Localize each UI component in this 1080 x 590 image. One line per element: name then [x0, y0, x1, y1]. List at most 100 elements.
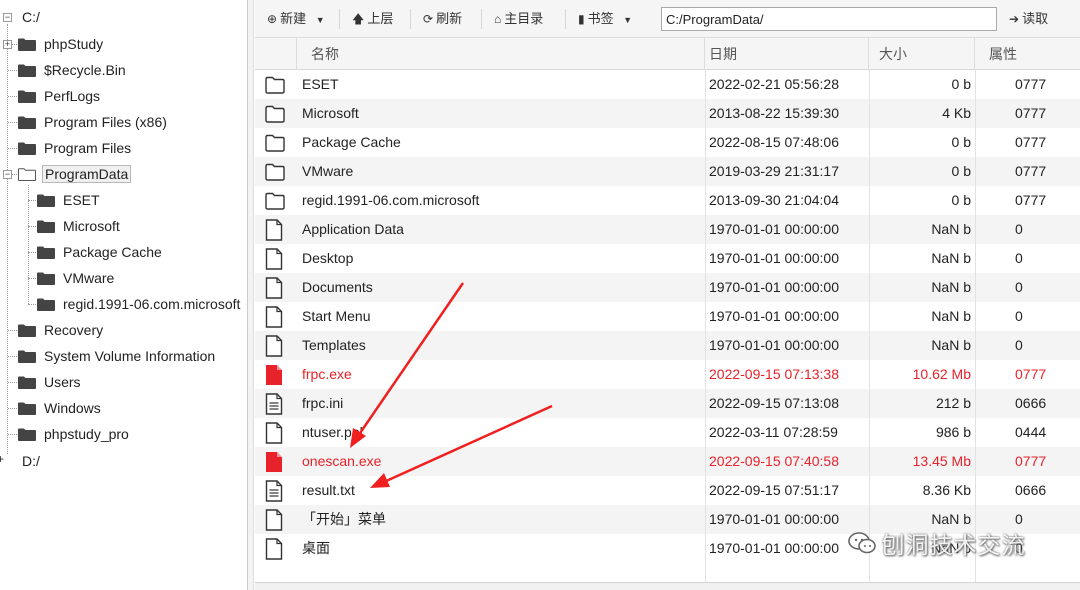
table-row[interactable]: Microsoft 2013-08-22 15:39:30 4 Kb 0777 [255, 99, 1080, 128]
table-row[interactable]: Documents 1970-01-01 00:00:00 NaN b 0 [255, 273, 1080, 302]
pane-splitter[interactable] [248, 0, 254, 590]
tree-connector [28, 200, 36, 201]
file-icon [265, 509, 285, 531]
table-row[interactable]: Templates 1970-01-01 00:00:00 NaN b 0 [255, 331, 1080, 360]
tree-item-label: PerfLogs [44, 88, 101, 104]
exe-file-icon [265, 364, 285, 386]
expand-toggle[interactable]: + [3, 40, 12, 49]
tree-item[interactable]: $Recycle.Bin [18, 59, 128, 81]
tree-item-label: ESET [63, 192, 100, 208]
tree-connector [8, 330, 17, 331]
file-size: 0 b [951, 163, 971, 179]
new-button[interactable]: ⊕ 新建 ▼ [267, 9, 328, 29]
file-date: 1970-01-01 00:00:00 [709, 279, 839, 295]
collapse-toggle-c-drive[interactable]: − [3, 13, 12, 22]
file-date: 1970-01-01 00:00:00 [709, 250, 839, 266]
tree-item[interactable]: PerfLogs [18, 85, 102, 107]
tree-item[interactable]: Program Files [18, 137, 133, 159]
expand-toggle-d-drive[interactable]: + [0, 453, 5, 465]
table-row[interactable]: Desktop 1970-01-01 00:00:00 NaN b 0 [255, 244, 1080, 273]
column-divider [975, 70, 976, 582]
file-attr: 0777 [1015, 163, 1047, 179]
folder-icon [265, 74, 285, 96]
read-button[interactable]: ➔ 读取 [1009, 9, 1048, 29]
refresh-button[interactable]: ⟳ 刷新 [423, 9, 462, 29]
tree-root-d[interactable]: D:/ [22, 452, 40, 470]
file-date: 2022-09-15 07:51:17 [709, 482, 839, 498]
file-size: NaN b [931, 308, 971, 324]
tree-item[interactable]: Users [18, 371, 83, 393]
tree-item[interactable]: ESET [37, 189, 102, 211]
tree-item-label: System Volume Information [44, 348, 216, 364]
bookmark-button[interactable]: ▮ 书签 ▼ [578, 9, 635, 29]
table-row[interactable]: Application Data 1970-01-01 00:00:00 NaN b… [255, 215, 1080, 244]
table-row[interactable]: VMware 2019-03-29 21:31:17 0 b 0777 [255, 157, 1080, 186]
file-size: 0 b [951, 134, 971, 150]
file-attr: 0777 [1015, 453, 1047, 469]
table-row[interactable]: result.txt 2022-09-15 07:51:17 8.36 Kb 0666 [255, 476, 1080, 505]
caret-down-icon: ▼ [623, 15, 633, 25]
header-size[interactable]: 大小 [869, 38, 975, 70]
tree-connector [8, 434, 17, 435]
file-name: frpc.exe [302, 366, 352, 382]
table-row[interactable]: Start Menu 1970-01-01 00:00:00 NaN b 0 [255, 302, 1080, 331]
folder-icon [18, 64, 36, 77]
tree-item[interactable]: phpstudy_pro [18, 423, 131, 445]
tree-item[interactable]: ProgramData [18, 163, 132, 185]
table-row[interactable]: frpc.ini 2022-09-15 07:13:08 212 b 0666 [255, 389, 1080, 418]
header-name[interactable]: 名称 [297, 38, 705, 70]
tree-item-label: ProgramData [42, 165, 132, 183]
table-row[interactable]: Package Cache 2022-08-15 07:48:06 0 b 0777 [255, 128, 1080, 157]
tree-connector [28, 226, 36, 227]
table-row[interactable]: frpc.exe 2022-09-15 07:13:38 10.62 Mb 0777 [255, 360, 1080, 389]
tree-item[interactable]: phpStudy [18, 33, 105, 55]
tree-connector [28, 252, 36, 253]
folder-icon [18, 116, 36, 129]
file-date: 2022-09-15 07:13:08 [709, 395, 839, 411]
file-date: 2022-09-15 07:40:58 [709, 453, 839, 469]
tree-item-label: regid.1991-06.com.microsoft [63, 296, 241, 312]
tree-item[interactable]: Windows [18, 397, 103, 419]
tree-item[interactable]: VMware [37, 267, 116, 289]
folder-icon [18, 324, 36, 337]
collapse-toggle[interactable]: − [3, 170, 12, 179]
tree-item[interactable]: Recovery [18, 319, 105, 341]
tree-connector [8, 70, 17, 71]
file-icon [265, 335, 285, 357]
table-row[interactable]: ntuser.pol 2022-03-11 07:28:59 986 b 0444 [255, 418, 1080, 447]
up-button[interactable]: 🡅 上层 [352, 9, 393, 29]
tree-connector [8, 122, 17, 123]
table-row[interactable]: ESET 2022-02-21 05:56:28 0 b 0777 [255, 70, 1080, 99]
file-icon [265, 277, 285, 299]
text-file-icon [265, 480, 285, 502]
tree-item-label: Package Cache [63, 244, 162, 260]
table-row[interactable]: onescan.exe 2022-09-15 07:40:58 13.45 Mb 07… [255, 447, 1080, 476]
home-button[interactable]: ⌂ 主目录 [494, 9, 543, 29]
file-list-header: 名称 日期 大小 属性 [255, 38, 1080, 70]
file-date: 1970-01-01 00:00:00 [709, 308, 839, 324]
file-size: 4 Kb [942, 105, 971, 121]
tree-item-label: Windows [44, 400, 101, 416]
folder-tree: − C:/ phpStudy + $Recycle.Bin PerfLogs Progr… [0, 0, 248, 590]
tree-root-c[interactable]: C:/ [22, 8, 40, 26]
header-date[interactable]: 日期 [705, 38, 869, 70]
file-attr: 0666 [1015, 482, 1047, 498]
path-input[interactable] [661, 7, 997, 31]
file-name: Package Cache [302, 134, 401, 150]
tree-item-label: Program Files [44, 140, 132, 156]
tree-item[interactable]: regid.1991-06.com.microsoft [37, 293, 242, 315]
file-size: 986 b [935, 424, 971, 440]
table-row[interactable]: regid.1991-06.com.microsoft 2013-09-30 21… [255, 186, 1080, 215]
file-date: 1970-01-01 00:00:00 [709, 337, 839, 353]
folder-icon [18, 350, 36, 363]
file-attr: 0777 [1015, 192, 1047, 208]
tree-item[interactable]: Package Cache [37, 241, 164, 263]
tree-item-label: phpstudy_pro [44, 426, 129, 442]
file-attr: 0 [1015, 308, 1023, 324]
tree-item[interactable]: Program Files (x86) [18, 111, 169, 133]
tree-item[interactable]: Microsoft [37, 215, 122, 237]
refresh-icon: ⟳ [423, 12, 434, 26]
file-name: Templates [302, 337, 366, 353]
header-attr[interactable]: 属性 [975, 38, 1080, 70]
tree-item[interactable]: System Volume Information [18, 345, 217, 367]
